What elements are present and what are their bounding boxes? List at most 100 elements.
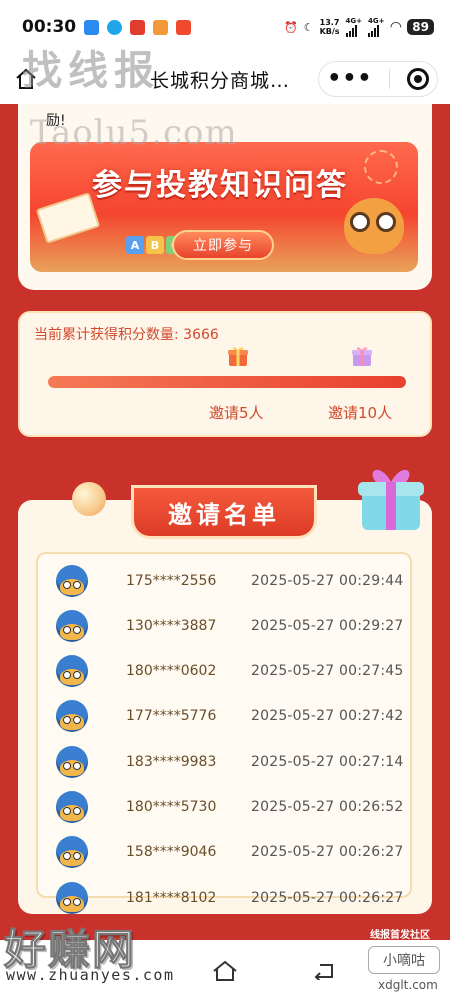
avatar-eye (63, 897, 71, 906)
book-icon (35, 192, 101, 244)
invite-list: 175****2556 2025-05-27 00:29:44 130****388… (36, 552, 412, 914)
invite-row: 180****5730 2025-05-27 00:26:52 (38, 785, 410, 830)
invite-time: 2025-05-27 00:26:27 (251, 844, 404, 861)
points-label: 当前累计获得积分数量: 3666 (34, 327, 219, 343)
home-icon[interactable] (12, 65, 40, 93)
watermark-community: 线报首发社区 (370, 930, 430, 941)
invitee-phone: 158****9046 (126, 844, 217, 861)
invite-time: 2025-05-27 00:29:27 (251, 617, 404, 634)
network-speed: 13.7 KB/s (320, 18, 340, 36)
nav-bar: 长城积分商城… ••• (0, 54, 450, 104)
signal-b-label: 4G+ (368, 16, 385, 25)
invite-time: 2025-05-27 00:27:14 (251, 753, 404, 770)
avatar (56, 881, 88, 914)
banner-title: 参与投教知识问答 (92, 168, 348, 203)
avatar-eye (63, 625, 71, 634)
milestone-10: 邀请10人 (328, 404, 393, 422)
invite-row: 181****8102 2025-05-27 00:26:27 (38, 875, 410, 920)
gift-icon (228, 347, 248, 366)
signal-icon (345, 24, 357, 37)
watermark-xiaodigu: 小嘀咕 (368, 946, 440, 974)
avatar-eye (73, 807, 81, 815)
avatar-eye (73, 625, 81, 634)
network-speed-unit: KB/s (319, 27, 340, 36)
avatar (56, 836, 88, 869)
invite-time: 2025-05-27 00:26:27 (251, 889, 404, 906)
invitee-phone: 180****0602 (126, 663, 217, 680)
invite-row: 183****9983 2025-05-27 00:27:14 (38, 739, 410, 784)
capsule-divider (389, 69, 391, 89)
block-icon: A (126, 236, 144, 254)
mini-program-capsule: ••• (318, 61, 438, 97)
close-mini-program-button[interactable] (406, 68, 429, 90)
invitee-phone: 175****2556 (126, 572, 217, 589)
battery-indicator: 89 (407, 19, 434, 35)
quiz-banner[interactable]: A B C 参与投教知识问答 立即参与 (30, 142, 418, 272)
invitee-phone: 181****8102 (126, 889, 217, 906)
alarm-icon: ⏰ (283, 20, 298, 34)
invite-row: 177****5776 2025-05-27 00:27:42 (38, 694, 410, 739)
invitee-phone: 130****3887 (126, 617, 217, 634)
gift-icon (352, 347, 372, 366)
page-title: 长城积分商城… (150, 69, 291, 92)
qq-icon (107, 19, 123, 35)
listen-app-icon (176, 19, 192, 35)
avatar (56, 745, 88, 778)
decorative-orb (72, 482, 106, 516)
points-progress-card: 当前累计获得积分数量: 3666 邀请5人 邀请10人 (18, 311, 432, 437)
signal-b: 4G+ (368, 16, 385, 37)
more-menu-button[interactable]: ••• (327, 68, 372, 90)
invite-time: 2025-05-27 00:27:45 (251, 663, 404, 680)
mail-icon (130, 19, 146, 35)
points-progress-fill (48, 376, 406, 388)
avatar (56, 655, 88, 688)
milestone-5: 邀请5人 (209, 404, 264, 422)
avatar (56, 791, 88, 823)
mascot-eye (376, 212, 396, 232)
signal-a: 4G+ (345, 16, 363, 37)
app-icon-blue (84, 19, 100, 35)
block-icon: B (146, 236, 164, 254)
network-speed-value: 13.7 (319, 18, 340, 27)
avatar-eye (73, 580, 81, 589)
reward-text-tail: 励! (46, 113, 66, 129)
avatar-eye (73, 761, 81, 770)
invitee-phone: 183****9983 (126, 753, 217, 770)
avatar (56, 609, 88, 642)
gift-box-icon (358, 469, 424, 530)
invite-row: 175****2556 2025-05-27 00:29:44 (38, 558, 410, 603)
signal-a-label: 4G+ (345, 16, 363, 25)
firework-icon (364, 150, 398, 184)
wifi-icon: ◠ (390, 19, 402, 35)
invite-row: 158****9046 2025-05-27 00:26:27 (38, 830, 410, 875)
system-back-icon[interactable] (312, 962, 336, 980)
invite-time: 2025-05-27 00:26:52 (251, 799, 404, 815)
invitee-phone: 177****5776 (126, 708, 217, 725)
status-right: ⏰ ☾ 13.7 KB/s 4G+ 4G+ ◠ 89 (283, 16, 434, 37)
watermark-zhuanyes: www.zhuanyes.com (6, 966, 175, 984)
status-bar: 00:30 ⏰ ☾ 13.7 KB/s 4G+ 4G+ ◠ 89 (0, 0, 450, 54)
join-now-button[interactable]: 立即参与 (172, 230, 274, 260)
signal-icon (368, 24, 380, 37)
watermark-xdglt: xdglt.com (378, 978, 438, 992)
invite-time: 2025-05-27 00:29:44 (251, 572, 404, 589)
system-home-icon[interactable] (212, 960, 238, 982)
quiz-card: 励! A B C 参与投教知识问答 立即参与 (18, 104, 432, 290)
points-progress-bar (48, 376, 406, 388)
moon-icon: ☾ (303, 20, 314, 34)
invite-list-title: 邀请名单 (134, 488, 314, 536)
avatar-eye (73, 897, 81, 906)
mascot-icon (344, 198, 404, 254)
avatar-eye (63, 807, 71, 815)
avatar-eye (63, 761, 71, 770)
avatar-eye (63, 580, 71, 589)
status-time: 00:30 (22, 17, 77, 37)
invite-time: 2025-05-27 00:27:42 (251, 708, 404, 725)
avatar (56, 700, 88, 733)
invitee-phone: 180****5730 (126, 799, 217, 815)
avatar (56, 564, 88, 597)
invite-row: 130****3887 2025-05-27 00:29:27 (38, 603, 410, 648)
status-left: 00:30 (22, 17, 192, 37)
app-icon-orange (153, 19, 169, 35)
invite-row: 180****0602 2025-05-27 00:27:45 (38, 649, 410, 694)
